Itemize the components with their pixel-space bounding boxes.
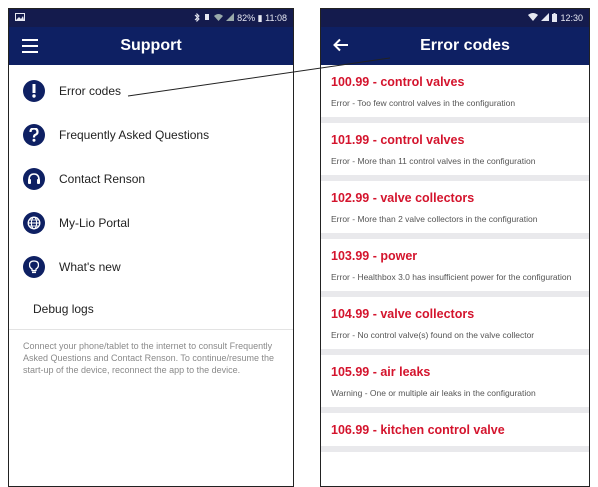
menu-item-portal[interactable]: My-Lio Portal bbox=[9, 201, 293, 245]
bluetooth-icon bbox=[194, 12, 200, 24]
page-title: Error codes bbox=[420, 37, 510, 54]
menu-item-label: Contact Renson bbox=[59, 172, 146, 186]
error-code-title: 101.99 - control valves bbox=[331, 133, 465, 147]
support-screen: 82% ▮ 11:08 Support Error codes Frequent… bbox=[8, 8, 294, 487]
error-code-description: Error - Too few control valves in the co… bbox=[331, 98, 516, 108]
back-arrow-icon[interactable] bbox=[332, 36, 350, 59]
menu-item-label: My-Lio Portal bbox=[59, 216, 130, 230]
lightbulb-icon bbox=[23, 256, 45, 278]
error-item[interactable]: 104.99 - valve collectors Error - No con… bbox=[321, 297, 589, 355]
app-bar: Error codes bbox=[321, 27, 589, 65]
wifi-icon bbox=[214, 13, 224, 23]
error-codes-screen: 12:30 Error codes 100.99 - control valve… bbox=[320, 8, 590, 487]
support-menu: Error codes Frequently Asked Questions C… bbox=[9, 65, 293, 289]
error-item[interactable]: 106.99 - kitchen control valve bbox=[321, 413, 589, 452]
error-item[interactable]: 105.99 - air leaks Warning - One or mult… bbox=[321, 355, 589, 413]
wifi-icon bbox=[528, 13, 539, 23]
menu-item-contact[interactable]: Contact Renson bbox=[9, 157, 293, 201]
error-item[interactable]: 101.99 - control valves Error - More tha… bbox=[321, 123, 589, 181]
menu-item-error-codes[interactable]: Error codes bbox=[9, 69, 293, 113]
debug-logs-item[interactable]: Debug logs bbox=[9, 289, 293, 330]
offline-info-text: Connect your phone/tablet to the interne… bbox=[23, 341, 274, 375]
battery-icon bbox=[552, 12, 558, 24]
error-item[interactable]: 103.99 - power Error - Healthbox 3.0 has… bbox=[321, 239, 589, 297]
error-item[interactable]: 102.99 - valve collectors Error - More t… bbox=[321, 181, 589, 239]
error-code-description: Error - More than 2 valve collectors in … bbox=[331, 214, 538, 224]
error-code-title: 100.99 - control valves bbox=[331, 75, 465, 89]
vibrate-icon bbox=[203, 13, 211, 23]
signal-icon bbox=[541, 13, 550, 23]
menu-item-label: Error codes bbox=[59, 84, 122, 98]
error-code-description: Error - Healthbox 3.0 has insufficient p… bbox=[331, 272, 572, 282]
status-text: 82% ▮ 11:08 bbox=[237, 12, 287, 23]
status-time: 12:30 bbox=[560, 13, 583, 23]
page-title: Support bbox=[120, 37, 182, 54]
error-code-title: 103.99 - power bbox=[331, 249, 418, 263]
menu-item-label: What's new bbox=[59, 260, 121, 274]
image-icon bbox=[15, 13, 25, 23]
error-code-title: 106.99 - kitchen control valve bbox=[331, 423, 505, 437]
error-code-title: 105.99 - air leaks bbox=[331, 365, 431, 379]
error-code-title: 102.99 - valve collectors bbox=[331, 191, 475, 205]
error-item[interactable]: 100.99 - control valves Error - Too few … bbox=[321, 65, 589, 123]
error-code-title: 104.99 - valve collectors bbox=[331, 307, 475, 321]
headset-icon bbox=[23, 168, 45, 190]
menu-item-faq[interactable]: Frequently Asked Questions bbox=[9, 113, 293, 157]
error-code-description: Error - No control valve(s) found on the… bbox=[331, 330, 535, 340]
hamburger-menu-icon[interactable] bbox=[22, 39, 38, 53]
menu-item-whats-new[interactable]: What's new bbox=[9, 245, 293, 289]
error-code-list: 100.99 - control valves Error - Too few … bbox=[321, 65, 589, 452]
status-bar: 82% ▮ 11:08 bbox=[9, 9, 293, 27]
menu-item-label: Frequently Asked Questions bbox=[59, 128, 210, 142]
status-right: 12:30 bbox=[528, 12, 583, 24]
error-code-description: Error - More than 11 control valves in t… bbox=[331, 156, 536, 166]
status-right: 82% ▮ 11:08 bbox=[194, 12, 287, 24]
exclamation-icon bbox=[23, 80, 45, 102]
question-icon bbox=[23, 124, 45, 146]
status-bar: 12:30 bbox=[321, 9, 589, 27]
signal-icon bbox=[226, 13, 235, 23]
app-bar: Support bbox=[9, 27, 293, 65]
globe-icon bbox=[23, 212, 45, 234]
error-code-description: Warning - One or multiple air leaks in t… bbox=[331, 388, 536, 398]
